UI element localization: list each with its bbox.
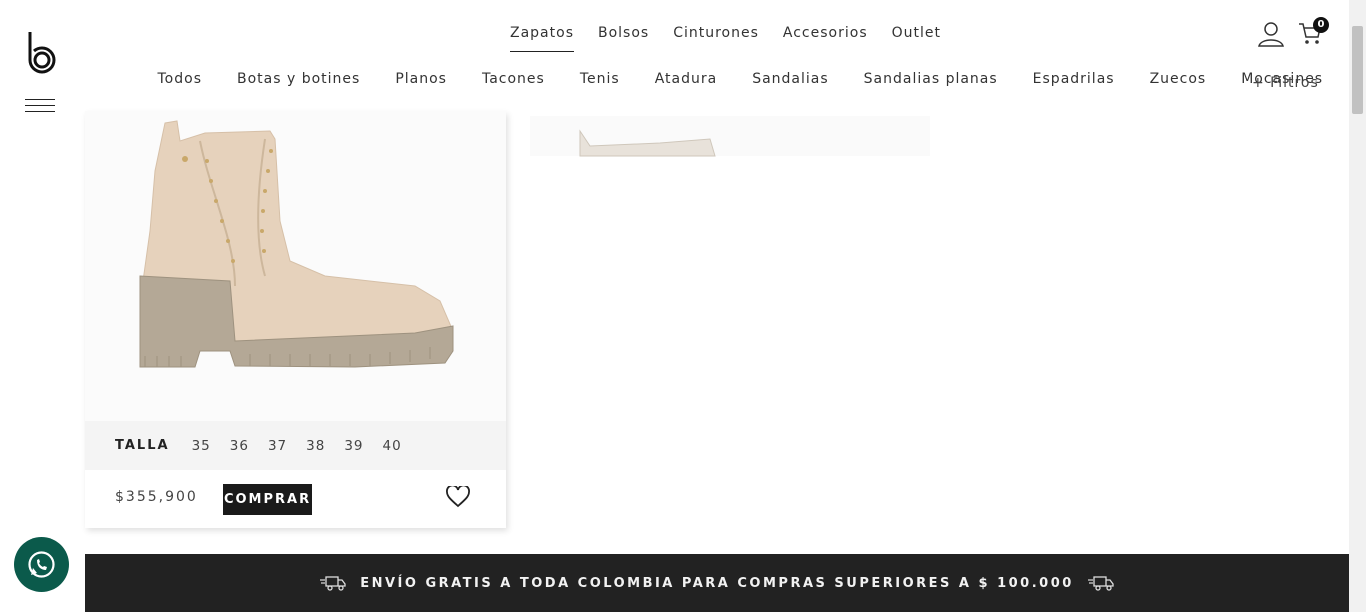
category-sandalias[interactable]: Sandalias — [735, 68, 846, 90]
size-option[interactable]: 39 — [344, 438, 363, 454]
category-sandalias-planas[interactable]: Sandalias planas — [846, 68, 1015, 90]
user-icon[interactable] — [1258, 21, 1284, 47]
category-espadrilas[interactable]: Espadrilas — [1015, 68, 1132, 90]
top-nav-bolsos[interactable]: Bolsos — [586, 22, 661, 52]
buy-button[interactable]: COMPRAR — [223, 484, 312, 515]
truck-icon — [1087, 576, 1114, 591]
cart-count-badge: 0 — [1313, 17, 1329, 33]
brand-logo[interactable] — [26, 30, 58, 76]
filters-button[interactable]: + Filtros — [1252, 75, 1319, 91]
top-nav-accesorios[interactable]: Accesorios — [771, 22, 880, 52]
category-planos[interactable]: Planos — [378, 68, 465, 90]
category-atadura[interactable]: Atadura — [637, 68, 735, 90]
category-botas[interactable]: Botas y botines — [219, 68, 377, 90]
category-tenis[interactable]: Tenis — [562, 68, 637, 90]
category-tacones[interactable]: Tacones — [464, 68, 562, 90]
size-option[interactable]: 35 — [192, 438, 211, 454]
product-price: $355,900 — [115, 489, 198, 505]
size-option[interactable]: 37 — [268, 438, 287, 454]
product-image[interactable] — [85, 111, 506, 421]
whatsapp-icon — [28, 551, 55, 578]
truck-icon — [320, 576, 346, 591]
size-option[interactable]: 36 — [230, 438, 249, 454]
category-zuecos[interactable]: Zuecos — [1132, 68, 1224, 90]
scrollbar-thumb[interactable] — [1352, 26, 1363, 114]
top-nav-cinturones[interactable]: Cinturones — [661, 22, 771, 52]
category-todos[interactable]: Todos — [140, 68, 219, 90]
hamburger-icon[interactable] — [25, 99, 55, 115]
size-option[interactable]: 40 — [383, 438, 402, 454]
whatsapp-button[interactable] — [14, 537, 69, 592]
top-nav: Zapatos Bolsos Cinturones Accesorios Out… — [498, 22, 953, 52]
heart-icon[interactable] — [446, 486, 470, 508]
category-nav: Todos Botas y botines Planos Tacones Ten… — [140, 68, 1341, 90]
top-nav-zapatos[interactable]: Zapatos — [498, 22, 586, 52]
product-image-faded[interactable] — [520, 111, 940, 161]
size-label: TALLA — [115, 438, 170, 453]
page-scrollbar[interactable] — [1349, 0, 1366, 612]
top-nav-outlet[interactable]: Outlet — [880, 22, 953, 52]
product-card[interactable]: TALLA 35 36 37 38 39 40 $355,900 COMPRAR — [85, 111, 506, 528]
free-shipping-banner: ENVÍO GRATIS A TODA COLOMBIA PARA COMPRA… — [85, 554, 1349, 612]
size-option[interactable]: 38 — [306, 438, 325, 454]
size-selector: TALLA 35 36 37 38 39 40 — [85, 421, 506, 470]
promo-text: ENVÍO GRATIS A TODA COLOMBIA PARA COMPRA… — [360, 575, 1074, 591]
